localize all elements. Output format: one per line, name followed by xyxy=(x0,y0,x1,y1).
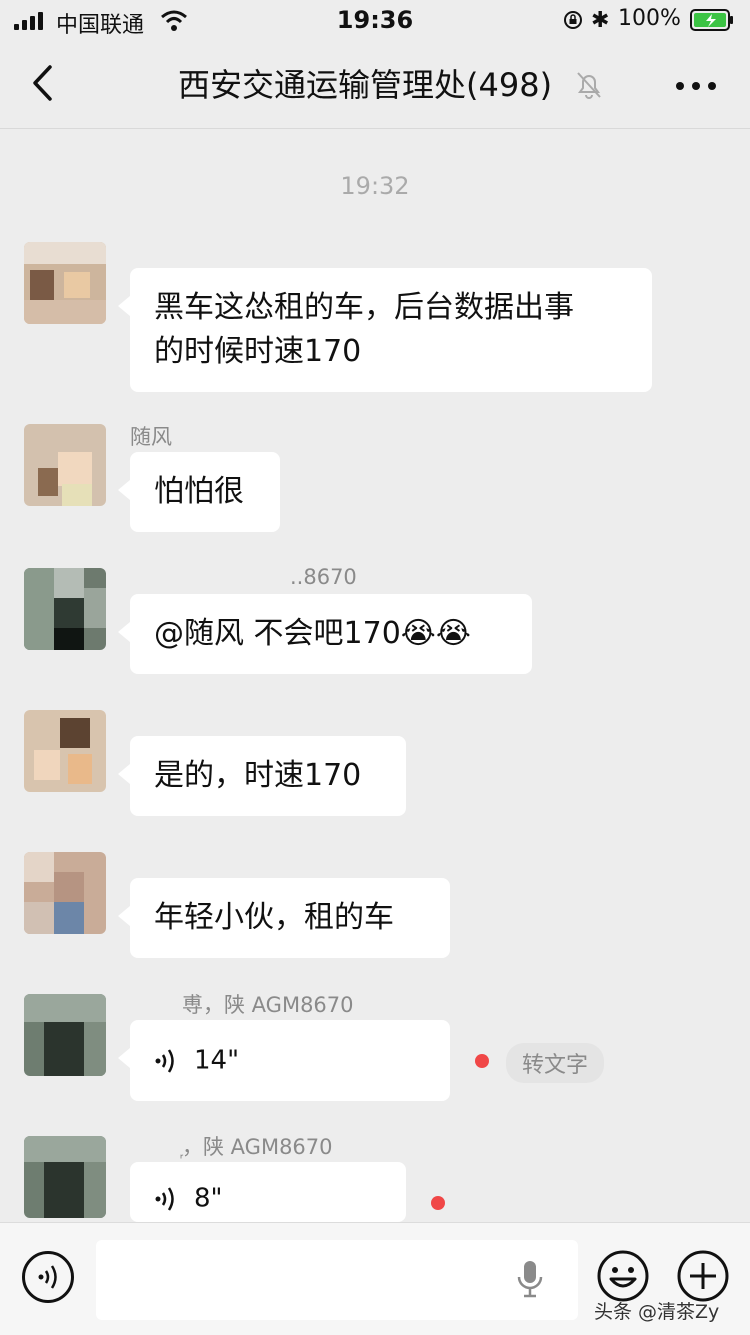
sender-name: ᷊，陕 AGM8670 xyxy=(182,1135,333,1159)
message-input[interactable] xyxy=(96,1240,578,1320)
mute-bell-icon xyxy=(577,72,601,99)
crying-emoji: 😭😭 xyxy=(400,616,471,651)
voice-wave-icon xyxy=(155,1048,174,1073)
sender-name: ..8670 xyxy=(290,565,357,589)
sender-name: 尃，陕 AGM8670 xyxy=(182,993,354,1017)
voice-duration: 14" xyxy=(194,1045,240,1076)
convert-to-text-button[interactable]: 转文字 xyxy=(506,1043,605,1083)
bluetooth-icon: ✱ xyxy=(591,8,610,33)
message-text: 怕怕很 xyxy=(154,474,244,509)
avatar[interactable] xyxy=(24,1136,106,1218)
battery-percent: 100% xyxy=(618,6,681,31)
voice-input-icon[interactable] xyxy=(22,1251,74,1303)
more-icon[interactable] xyxy=(676,82,716,90)
message-bubble[interactable]: 怕怕很 xyxy=(118,452,280,532)
avatar[interactable] xyxy=(24,852,106,934)
plus-icon[interactable] xyxy=(676,1249,730,1303)
message-text: @随风 不会吧170 xyxy=(154,616,401,651)
avatar[interactable] xyxy=(24,242,106,324)
message-bubble[interactable]: 年轻小伙，租的车 xyxy=(118,878,450,958)
rotation-lock-icon xyxy=(564,11,582,29)
back-icon[interactable] xyxy=(30,64,56,102)
chat-title: 西安交通运输管理处(498) xyxy=(178,66,553,104)
emoji-icon[interactable] xyxy=(596,1249,650,1303)
voice-wave-icon xyxy=(155,1186,174,1211)
message-text: 年轻小伙，租的车 xyxy=(154,900,394,935)
message-bubble[interactable]: 黑车这怂租的车，后台数据出事 的时候时速170 xyxy=(118,268,652,392)
unread-dot xyxy=(475,1054,489,1068)
avatar[interactable] xyxy=(24,710,106,792)
message-text: 是的，时速170 xyxy=(154,758,362,793)
voice-message-bubble[interactable]: 8" xyxy=(130,1162,406,1222)
avatar[interactable] xyxy=(24,424,106,506)
status-bar: 中国联通 19:36 ✱ 100% xyxy=(0,0,750,42)
avatar[interactable] xyxy=(24,994,106,1076)
message-bubble[interactable]: 是的，时速170 xyxy=(118,736,406,816)
microphone-icon[interactable] xyxy=(516,1259,544,1299)
watermark: 头条 @清茶Zy xyxy=(594,1301,720,1323)
voice-message-bubble[interactable]: 14" xyxy=(118,1020,450,1101)
chat-timestamp: 19:32 xyxy=(340,172,410,200)
battery-icon xyxy=(690,9,733,31)
unread-dot xyxy=(431,1196,445,1210)
voice-duration: 8" xyxy=(194,1183,223,1214)
message-text: 黑车这怂租的车，后台数据出事 xyxy=(154,290,574,325)
sender-name: 随风 xyxy=(130,425,172,449)
message-bubble[interactable]: @随风 不会吧170😭😭 xyxy=(118,594,532,674)
avatar[interactable] xyxy=(24,568,106,650)
chat-header: 西安交通运输管理处(498) xyxy=(0,42,750,129)
message-text: 的时候时速170 xyxy=(154,334,362,369)
